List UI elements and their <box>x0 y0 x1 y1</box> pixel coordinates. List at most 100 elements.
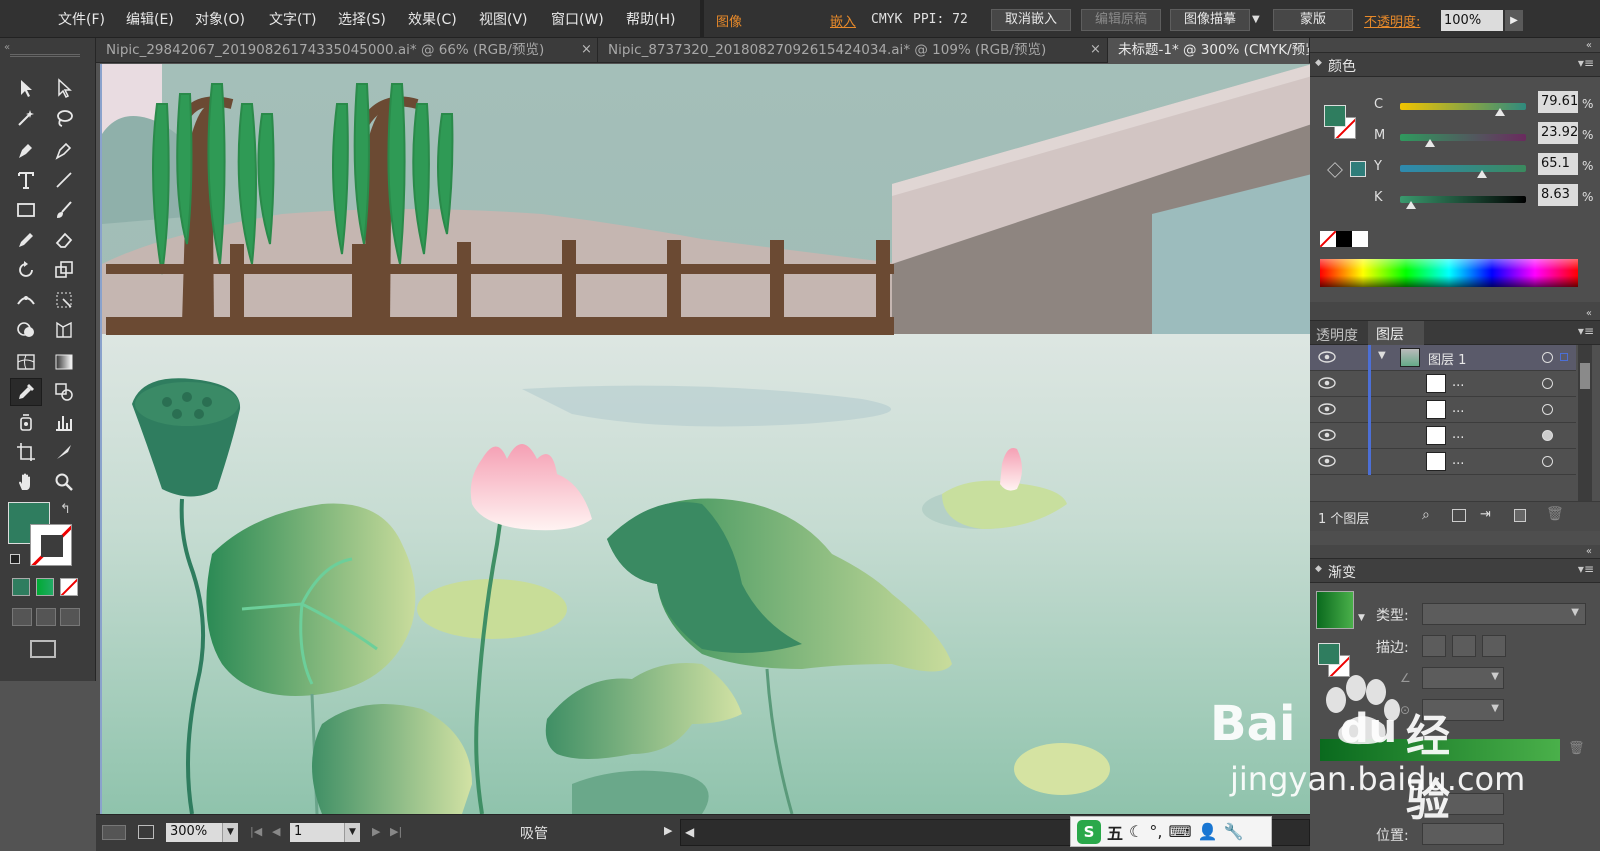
sogou-logo-icon[interactable]: S <box>1077 819 1101 844</box>
menu-object[interactable]: 对象(O) <box>195 9 245 29</box>
edit-original-button[interactable]: 编辑原稿 <box>1081 9 1161 31</box>
panel-menu-icon[interactable]: ▾≡ <box>1578 324 1594 338</box>
channel-value-input[interactable]: 23.92 <box>1538 122 1578 144</box>
scroll-left-icon[interactable]: ◀ <box>685 825 694 839</box>
channel-slider[interactable] <box>1400 134 1526 147</box>
panel-menu-icon[interactable]: ▾≡ <box>1578 56 1594 70</box>
eyedropper-tool[interactable] <box>10 378 42 406</box>
gradient-mode-button[interactable] <box>36 578 54 596</box>
image-trace-dropdown-icon[interactable]: ▼ <box>1252 14 1260 25</box>
paintbrush-tool[interactable] <box>48 196 80 224</box>
pen-tool[interactable] <box>10 136 42 164</box>
slider-thumb[interactable] <box>1405 201 1416 209</box>
panel-collapse-icon[interactable]: « <box>1586 546 1592 557</box>
layers-scrollbar[interactable] <box>1578 345 1592 501</box>
new-layer-icon[interactable] <box>1514 509 1526 522</box>
doc-tab-3[interactable]: 未标题-1* @ 300% (CMYK/预览) <box>1108 38 1310 63</box>
keyboard-icon[interactable]: ⌨ <box>1168 822 1191 841</box>
stroke-gradient-across[interactable] <box>1482 635 1506 657</box>
opacity-input[interactable]: 100% <box>1441 10 1503 31</box>
draw-mode-inside[interactable] <box>60 608 80 626</box>
artboard-tool[interactable] <box>10 438 42 466</box>
next-page-icon[interactable]: ▶ <box>372 825 380 838</box>
eye-icon[interactable] <box>1318 402 1336 416</box>
gradient-preview-swatch[interactable] <box>1316 591 1354 629</box>
menu-help[interactable]: 帮助(H) <box>626 9 675 29</box>
direct-selection-tool[interactable] <box>48 74 80 102</box>
artboard-nav-icon[interactable] <box>102 825 126 840</box>
page-input[interactable]: 1 <box>290 823 344 842</box>
selection-square[interactable] <box>1560 353 1568 361</box>
layer-name[interactable]: ... <box>1452 401 1464 416</box>
tab-layers[interactable]: 图层 <box>1368 321 1424 345</box>
symbol-sprayer-tool[interactable] <box>10 408 42 436</box>
type-tool[interactable] <box>10 166 42 194</box>
out-of-gamut-cube-icon[interactable] <box>1327 162 1343 178</box>
target-circle-icon[interactable] <box>1542 404 1553 415</box>
image-trace-button[interactable]: 图像描摹 <box>1170 9 1250 31</box>
zoom-dropdown-icon[interactable]: ▼ <box>222 823 238 842</box>
target-circle-icon[interactable] <box>1542 352 1553 363</box>
panel-expand-icon[interactable]: ◆ <box>1315 58 1322 68</box>
channel-value-input[interactable]: 79.61 <box>1538 91 1578 113</box>
color-panel-title[interactable]: 颜色 <box>1328 56 1356 76</box>
perspective-grid-tool[interactable] <box>48 316 80 344</box>
menu-file[interactable]: 文件(F) <box>58 9 105 29</box>
panel-menu-icon[interactable]: ▾≡ <box>1578 562 1594 576</box>
color-spectrum[interactable] <box>1320 259 1578 287</box>
magic-wand-tool[interactable] <box>10 104 42 132</box>
embed-link[interactable]: 嵌入 <box>830 11 856 30</box>
toolbox-grip[interactable]: « <box>4 42 10 53</box>
stroke-gradient-along[interactable] <box>1452 635 1476 657</box>
layer-row[interactable]: ... <box>1310 371 1576 397</box>
hand-tool[interactable] <box>10 468 42 496</box>
gradient-panel-title[interactable]: 渐变 <box>1328 562 1356 582</box>
channel-value-input[interactable]: 65.1 <box>1538 153 1578 175</box>
new-sublayer-icon[interactable]: ⇥ <box>1480 507 1491 522</box>
share-icon[interactable] <box>138 825 154 839</box>
menu-type[interactable]: 文字(T) <box>269 9 316 29</box>
menu-select[interactable]: 选择(S) <box>338 9 386 29</box>
close-icon[interactable]: × <box>1090 38 1101 62</box>
panel-expand-icon[interactable]: ◆ <box>1315 564 1322 574</box>
fill-swatch-mini[interactable] <box>1318 643 1340 665</box>
expand-triangle-icon[interactable]: ▼ <box>1378 350 1386 361</box>
draw-mode-behind[interactable] <box>36 608 56 626</box>
locate-object-icon[interactable]: ⌕ <box>1422 507 1430 523</box>
menu-view[interactable]: 视图(V) <box>479 9 528 29</box>
first-page-icon[interactable]: |◀ <box>250 825 262 838</box>
eye-icon[interactable] <box>1318 350 1336 364</box>
layer-row[interactable]: ... <box>1310 449 1576 475</box>
page-dropdown-icon[interactable]: ▼ <box>344 823 360 842</box>
target-circle-icon[interactable] <box>1542 456 1553 467</box>
curvature-tool[interactable] <box>48 136 80 164</box>
artboard-canvas[interactable] <box>100 64 1310 814</box>
mesh-tool[interactable] <box>10 348 42 376</box>
lasso-tool[interactable] <box>48 104 80 132</box>
menu-edit[interactable]: 编辑(E) <box>126 9 174 29</box>
layer-name[interactable]: ... <box>1452 453 1464 468</box>
input-mode-label[interactable]: 五 <box>1107 820 1123 844</box>
gradient-tool[interactable] <box>48 348 80 376</box>
make-clipping-mask-icon[interactable] <box>1452 509 1466 522</box>
black-swatch[interactable] <box>1336 231 1352 247</box>
layer-name[interactable]: ... <box>1452 375 1464 390</box>
line-tool[interactable] <box>48 166 80 194</box>
stroke-gradient-within[interactable] <box>1422 635 1446 657</box>
user-icon[interactable]: 👤 <box>1198 822 1218 841</box>
wrench-icon[interactable]: 🔧 <box>1223 822 1243 841</box>
web-safe-swatch[interactable] <box>1350 161 1366 177</box>
none-color-swatch[interactable] <box>1320 231 1336 247</box>
delete-stop-icon[interactable]: 🗑 <box>1568 741 1585 756</box>
slider-thumb[interactable] <box>1495 108 1506 116</box>
scale-tool[interactable] <box>48 256 80 284</box>
channel-slider[interactable] <box>1400 165 1526 178</box>
opacity-label[interactable]: 不透明度: <box>1364 11 1420 30</box>
color-mode-button[interactable] <box>12 578 30 596</box>
doc-tab-1[interactable]: Nipic_29842067_20190826174335045000.ai* … <box>96 38 598 63</box>
status-menu-arrow-icon[interactable]: ▶ <box>664 824 672 837</box>
unembed-button[interactable]: 取消嵌入 <box>991 9 1071 31</box>
opacity-arrow-icon[interactable]: ▶ <box>1505 10 1523 31</box>
channel-slider[interactable] <box>1400 103 1526 116</box>
close-icon[interactable]: × <box>581 38 592 62</box>
